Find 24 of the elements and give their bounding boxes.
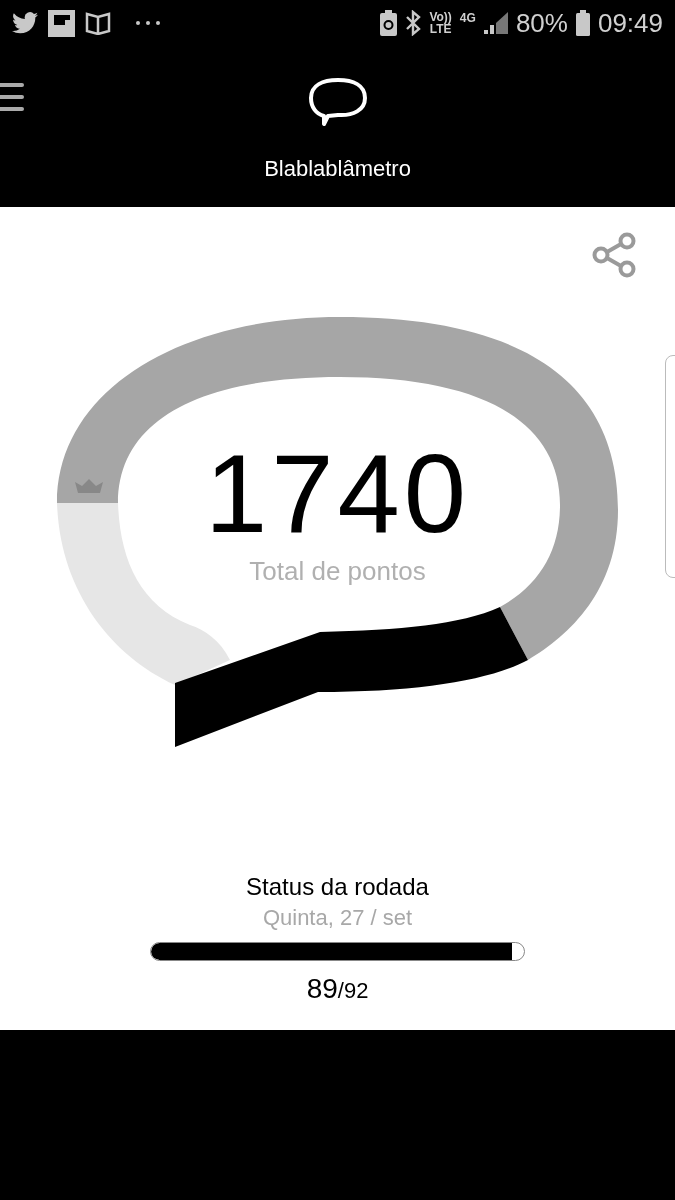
total-points-caption: Total de pontos — [249, 558, 426, 584]
battery-percent: 80% — [515, 10, 568, 36]
round-progress-total: /92 — [337, 980, 369, 1002]
round-progress-count: 89 — [306, 975, 338, 1003]
speech-bubble-icon — [308, 77, 368, 127]
round-date: Quinta, 27 / set — [262, 907, 413, 929]
signal-icon — [483, 12, 508, 34]
battery-saver-icon — [380, 10, 398, 36]
menu-icon[interactable] — [0, 83, 24, 111]
volte-label: Vo)) — [429, 11, 452, 23]
bluetooth-icon — [405, 10, 422, 36]
lte-label: LTE — [429, 23, 452, 35]
more-icon — [135, 20, 161, 26]
share-icon[interactable] — [592, 232, 638, 278]
clock-time: 09:49 — [597, 10, 663, 36]
network-type-label: 4G — [459, 12, 476, 24]
bird-icon — [12, 12, 38, 34]
round-status-title: Status da rodada — [246, 875, 429, 899]
book-icon — [85, 11, 111, 35]
total-points-value: 1740 — [204, 438, 471, 550]
square-logo-icon — [48, 9, 75, 37]
screen-title: Blablablâmetro — [264, 158, 411, 180]
crown-icon — [74, 478, 104, 494]
battery-icon — [575, 10, 590, 36]
